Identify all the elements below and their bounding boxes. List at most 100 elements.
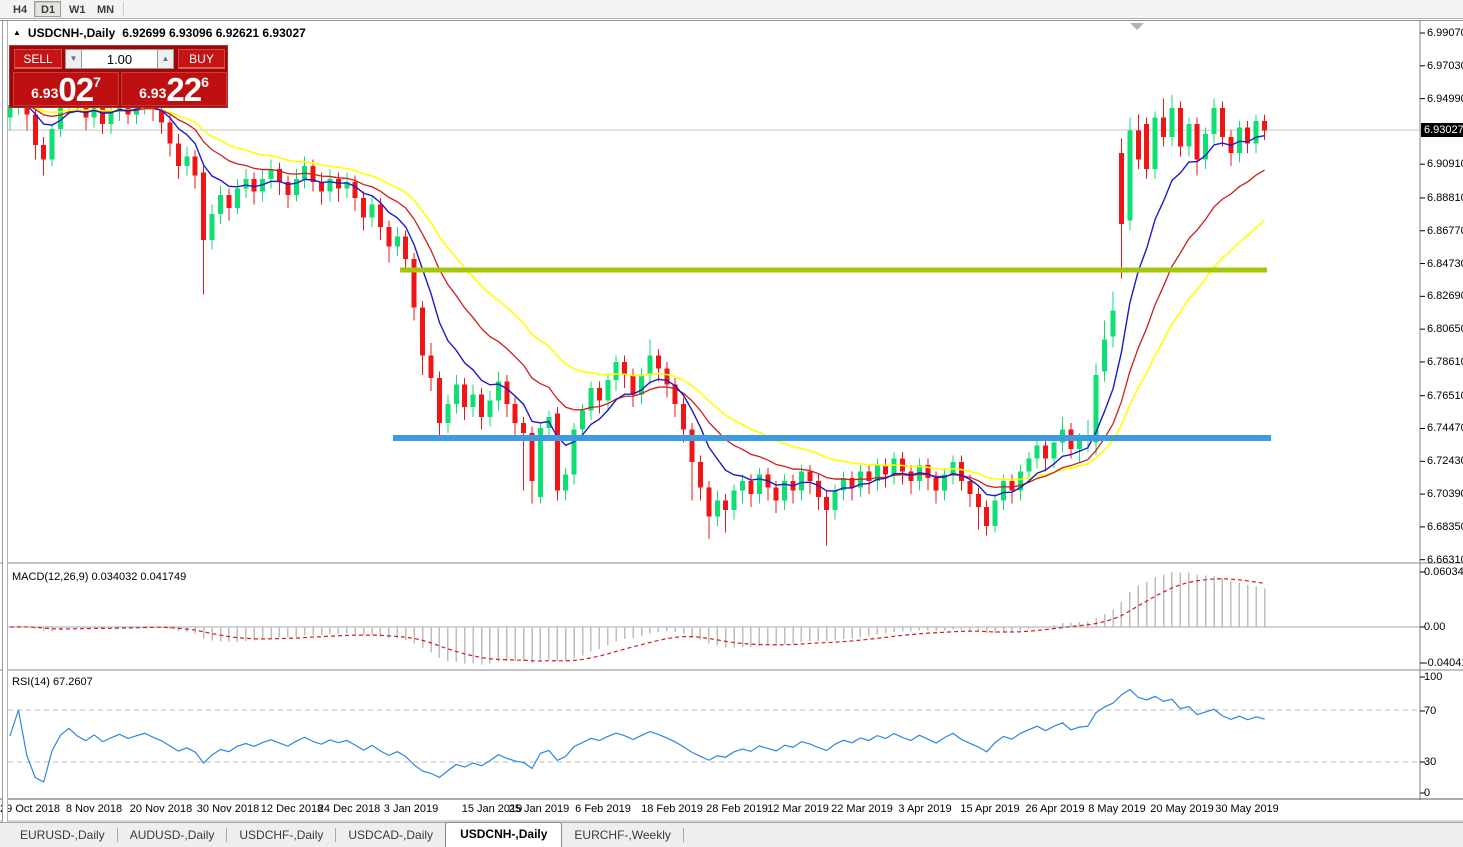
date-tick-label: 15 Apr 2019: [960, 803, 1020, 815]
date-tick-label: 8 Nov 2018: [65, 803, 123, 815]
candle-body: [1253, 120, 1259, 144]
date-tick-label: 28 Feb 2019: [706, 803, 768, 815]
candle-body: [201, 172, 207, 240]
candle-body: [49, 128, 55, 160]
candle-body: [1177, 108, 1183, 147]
timeframe-button-h4[interactable]: H4: [6, 1, 33, 17]
sell-button[interactable]: SELL: [14, 49, 62, 69]
volume-decrease-icon[interactable]: ▼: [65, 49, 82, 69]
candle-body: [462, 384, 468, 408]
buy-price-prefix: 6.93: [139, 85, 167, 101]
price-tick-label: 6.70390: [1427, 488, 1463, 501]
candle-body: [807, 471, 813, 482]
candle-body: [403, 236, 409, 260]
sell-price-display[interactable]: 6.93 02 7: [13, 72, 119, 106]
candle-body: [891, 458, 897, 475]
candle-body: [226, 194, 232, 208]
candle-body: [319, 182, 325, 192]
candle-body: [647, 355, 653, 375]
candle-body: [293, 178, 299, 195]
candle-body: [377, 204, 383, 228]
date-tick-label: 25 Jan 2019: [508, 803, 570, 815]
buy-button[interactable]: BUY: [178, 49, 225, 69]
candle-body: [1110, 310, 1116, 337]
candle-body: [445, 403, 451, 424]
macd-histogram: [34, 572, 1266, 665]
rsi-scale-label: 70: [1424, 705, 1437, 717]
timeframe-toolbar: H4 D1 W1 MN: [0, 0, 1463, 19]
price-tick-label: 6.86770: [1427, 224, 1463, 237]
timeframe-button-mn[interactable]: MN: [90, 1, 117, 17]
candle-body: [975, 493, 981, 507]
candle-body: [1219, 108, 1225, 138]
tab-usdcnh-daily[interactable]: USDCNH-,Daily: [445, 822, 563, 847]
candle-body: [706, 487, 712, 517]
tab-audusd-daily[interactable]: AUDUSD-,Daily: [118, 824, 227, 847]
date-tick-label: 24 Dec 2018: [317, 803, 381, 815]
tab-usdchf-daily[interactable]: USDCHF-,Daily: [227, 824, 335, 847]
candle-body: [967, 481, 973, 494]
candle-body: [630, 374, 636, 395]
rsi-scale-label: 0: [1424, 787, 1431, 799]
candle-body: [563, 474, 569, 491]
timeframe-button-w1[interactable]: W1: [62, 1, 89, 17]
date-tick-label: 30 May 2019: [1215, 803, 1279, 815]
chart-header: ▲ USDCNH-,Daily 6.92699 6.93096 6.92621 …: [13, 26, 306, 40]
tab-separator: [682, 828, 684, 842]
candle-body: [234, 188, 240, 208]
candle-body: [1194, 124, 1200, 160]
price-tick-label: 6.68350: [1427, 520, 1463, 533]
volume-input[interactable]: [81, 49, 158, 69]
macd-panel: [8, 572, 1420, 665]
candle-body: [773, 487, 779, 501]
macd-signal-line: [9, 578, 1265, 662]
buy-price-display[interactable]: 6.93 22 6: [121, 72, 227, 106]
volume-increase-icon[interactable]: ▲: [157, 49, 174, 69]
price-tick-label: 6.80650: [1427, 323, 1463, 336]
candle-body: [268, 169, 274, 179]
candle-body: [697, 461, 703, 488]
price-tick-label: 6.99070: [1427, 27, 1463, 39]
rsi-panel: [8, 688, 1420, 783]
candles-layer: [8, 79, 1268, 546]
price-tick-label: 6.90910: [1427, 158, 1463, 171]
price-tick-label: 6.97030: [1427, 59, 1463, 72]
price-tick-label: 6.82690: [1427, 290, 1463, 303]
candle-body: [1169, 108, 1175, 138]
one-click-trading-panel: SELL ▼ ▲ BUY 6.93 02 7 6.93 22 6: [9, 45, 228, 108]
price-tick-label: 6.78610: [1427, 355, 1463, 368]
candle-body: [613, 362, 619, 380]
candle-body: [933, 477, 939, 491]
buy-price-big-digits: 22: [166, 71, 202, 108]
candle-body: [487, 400, 493, 417]
candle-body: [411, 259, 417, 308]
candle-body: [756, 474, 762, 494]
date-tick-label: 29 Oct 2018: [0, 803, 60, 815]
tab-eurchf-weekly[interactable]: EURCHF-,Weekly: [562, 824, 682, 847]
candle-body: [689, 429, 695, 462]
trading-terminal-window: H4 D1 W1 MN ▲ USDCNH-,Daily 6.92699 6.93…: [0, 0, 1463, 847]
candle-body: [394, 236, 400, 247]
collapse-quotes-icon[interactable]: ▲: [13, 28, 21, 37]
candle-body: [714, 500, 720, 517]
symbol-title: USDCNH-,Daily: [27, 26, 116, 40]
price-tick-label: 6.76510: [1427, 389, 1463, 402]
candle-body: [984, 506, 990, 527]
candle-body: [622, 362, 628, 375]
candle-body: [41, 145, 47, 160]
candle-body: [479, 394, 485, 417]
tab-usdcad-daily[interactable]: USDCAD-,Daily: [336, 824, 445, 847]
candle-body: [748, 481, 754, 494]
chart-plot-area[interactable]: [0, 0, 1463, 847]
timeframe-button-d1[interactable]: D1: [34, 1, 61, 17]
candle-body: [209, 214, 215, 240]
candle-body: [1051, 442, 1057, 459]
candle-body: [1043, 445, 1049, 459]
candle-body: [1102, 339, 1108, 372]
price-tick-label: 6.94990: [1427, 92, 1463, 105]
candle-body: [554, 413, 560, 491]
date-tick-label: 12 Dec 2018: [260, 803, 324, 815]
date-tick-label: 20 May 2019: [1150, 803, 1214, 815]
candle-body: [1135, 130, 1141, 160]
tab-eurusd-daily[interactable]: EURUSD-,Daily: [8, 824, 117, 847]
